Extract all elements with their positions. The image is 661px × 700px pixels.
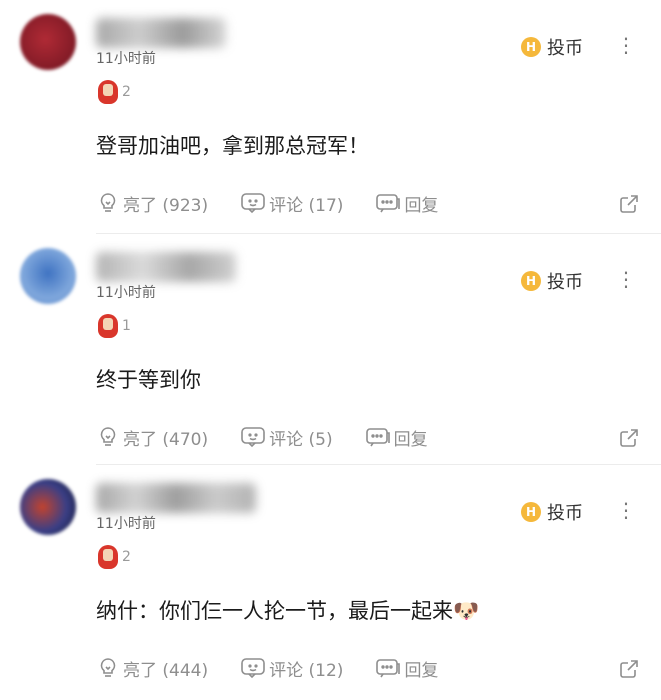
thumbs-up-bulb-icon: [100, 193, 116, 212]
avatar[interactable]: [20, 479, 76, 535]
comment-text: 终于等到你: [96, 368, 201, 392]
comment-time: 11小时前: [96, 51, 156, 67]
tip-label: 投币: [547, 38, 583, 59]
comment-actions: 亮了 (923) 评论 (17) 回复: [96, 188, 641, 218]
comment-time: 11小时前: [96, 516, 156, 532]
comment-bubble-icon: [241, 427, 265, 448]
username-blurred[interactable]: [96, 18, 226, 48]
more-icon[interactable]: ⋮: [616, 264, 636, 294]
medal-icon: [98, 545, 118, 569]
reply-bubble-icon: [376, 659, 401, 678]
comment-label: 评论 (17): [269, 195, 344, 216]
share-button[interactable]: [617, 426, 641, 455]
medal-icon: [98, 314, 118, 338]
comment-time: 11小时前: [96, 285, 156, 301]
share-button[interactable]: [617, 192, 641, 221]
share-icon: [620, 660, 638, 678]
like-label: 亮了 (923): [123, 195, 209, 216]
reply-label: 回复: [404, 195, 439, 216]
comment-item: 11小时前 2 H 投币 ⋮ 纳什：你们仨一人抡一节，最后一起来🐶 亮了 (44…: [0, 465, 661, 700]
tip-label: 投币: [547, 503, 583, 524]
tip-coin-button[interactable]: H 投币: [521, 34, 583, 60]
tip-label: 投币: [547, 272, 583, 293]
like-label: 亮了 (444): [123, 660, 209, 681]
comment-text: 纳什：你们仨一人抡一节，最后一起来🐶: [96, 599, 480, 623]
avatar[interactable]: [20, 248, 76, 304]
tip-coin-button[interactable]: H 投币: [521, 499, 583, 525]
badge-count: 2: [122, 549, 131, 565]
badge-count: 2: [122, 84, 131, 100]
like-button[interactable]: 亮了 (470): [96, 425, 208, 450]
comment-item: 11小时前 2 H 投币 ⋮ 登哥加油吧，拿到那总冠军！ 亮了 (923) 评论…: [0, 0, 661, 233]
username-blurred[interactable]: [96, 252, 236, 282]
thumbs-up-bulb-icon: [100, 427, 116, 446]
comment-text: 登哥加油吧，拿到那总冠军！: [96, 134, 369, 158]
like-button[interactable]: 亮了 (444): [96, 656, 208, 681]
more-icon[interactable]: ⋮: [616, 495, 636, 525]
coin-icon: H: [521, 37, 541, 57]
like-label: 亮了 (470): [123, 429, 209, 450]
user-badge: 2: [98, 80, 131, 104]
share-button[interactable]: [617, 657, 641, 686]
coin-icon: H: [521, 271, 541, 291]
coin-icon: H: [521, 502, 541, 522]
reply-label: 回复: [393, 429, 428, 450]
comment-button[interactable]: 评论 (5): [240, 425, 333, 450]
reply-bubble-icon: [365, 428, 390, 447]
share-icon: [620, 195, 638, 213]
reply-button[interactable]: 回复: [375, 191, 438, 216]
medal-icon: [98, 80, 118, 104]
username-blurred[interactable]: [96, 483, 256, 513]
like-button[interactable]: 亮了 (923): [96, 191, 208, 216]
reply-bubble-icon: [376, 194, 401, 213]
thumbs-up-bulb-icon: [100, 658, 116, 677]
comment-label: 评论 (5): [269, 429, 333, 450]
tip-coin-button[interactable]: H 投币: [521, 268, 583, 294]
comment-actions: 亮了 (470) 评论 (5) 回复: [96, 422, 641, 452]
comment-label: 评论 (12): [269, 660, 344, 681]
comment-bubble-icon: [241, 658, 265, 679]
share-icon: [620, 429, 638, 447]
reply-label: 回复: [404, 660, 439, 681]
comment-button[interactable]: 评论 (17): [240, 191, 343, 216]
avatar[interactable]: [20, 14, 76, 70]
comment-button[interactable]: 评论 (12): [240, 656, 343, 681]
more-icon[interactable]: ⋮: [616, 30, 636, 60]
badge-count: 1: [122, 318, 131, 334]
reply-button[interactable]: 回复: [365, 425, 428, 450]
comment-bubble-icon: [241, 193, 265, 214]
user-badge: 1: [98, 314, 131, 338]
comment-actions: 亮了 (444) 评论 (12) 回复: [96, 653, 641, 683]
comment-item: 11小时前 1 H 投币 ⋮ 终于等到你 亮了 (470) 评论 (5) 回复: [0, 234, 661, 464]
user-badge: 2: [98, 545, 131, 569]
reply-button[interactable]: 回复: [375, 656, 438, 681]
